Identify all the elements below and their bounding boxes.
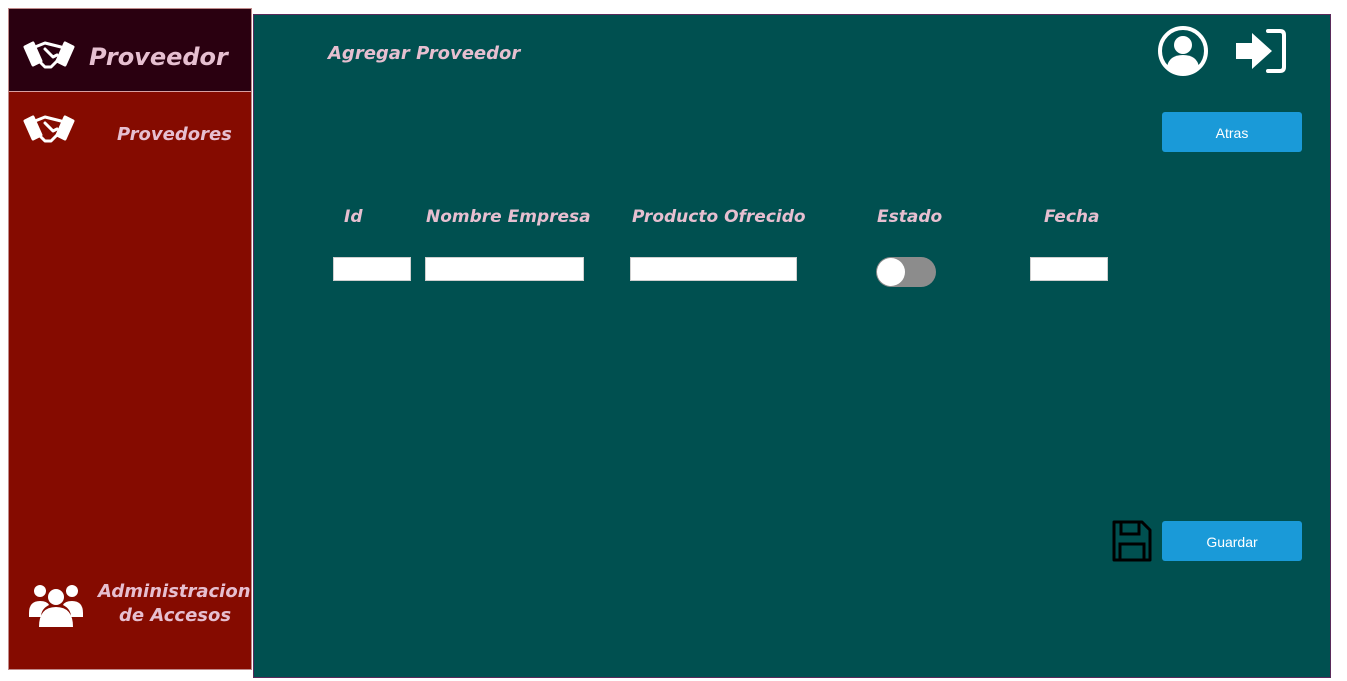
page-title: Agregar Proveedor (328, 43, 521, 64)
column-header-fecha: Fecha (1044, 207, 1100, 227)
sidebar-header[interactable]: Proveedor (9, 9, 251, 92)
column-header-producto-ofrecido: Producto Ofrecido (632, 207, 806, 227)
sidebar-item-label: Provedores (117, 124, 232, 145)
sign-in-icon[interactable] (1234, 27, 1288, 75)
column-header-estado: Estado (877, 207, 943, 227)
save-button[interactable]: Guardar (1162, 521, 1302, 561)
fecha-field[interactable] (1030, 257, 1108, 281)
sidebar-item-label-line1: Administracion (98, 581, 251, 602)
users-icon (29, 585, 83, 627)
sidebar: Proveedor Provedores Administracion de A… (8, 8, 252, 670)
estado-toggle[interactable] (876, 257, 936, 287)
user-avatar-icon[interactable] (1157, 25, 1209, 77)
save-icon (1112, 520, 1152, 562)
nombre-empresa-field[interactable] (425, 257, 584, 281)
sidebar-title: Proveedor (89, 43, 228, 71)
back-button[interactable]: Atras (1162, 112, 1302, 152)
handshake-icon (23, 115, 75, 143)
sidebar-item-label-line2: de Accesos (119, 605, 232, 626)
column-header-id: Id (344, 207, 363, 227)
producto-ofrecido-field[interactable] (630, 257, 797, 281)
toggle-knob (877, 258, 905, 286)
id-field[interactable] (333, 257, 411, 281)
column-header-nombre-empresa: Nombre Empresa (426, 207, 591, 227)
main-panel: Agregar Proveedor Atras Id Nombre Empres… (253, 14, 1331, 678)
handshake-icon (23, 41, 75, 69)
